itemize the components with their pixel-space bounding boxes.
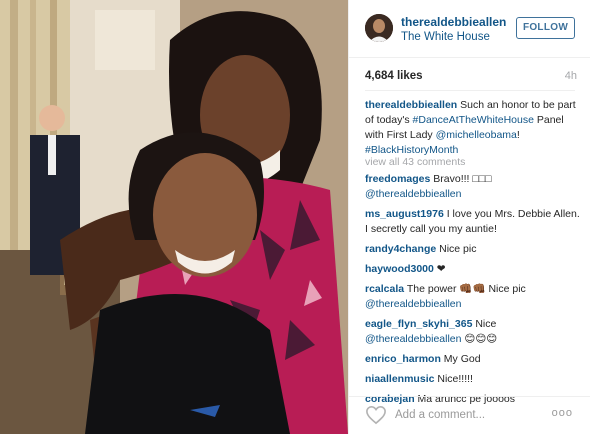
caption-mention[interactable]: @michelleobama	[436, 129, 517, 141]
post-location[interactable]: The White House	[401, 31, 490, 43]
view-all-comments-link[interactable]: view all 43 comments	[365, 156, 465, 168]
caption-hashtag[interactable]: #DanceAtTheWhiteHouse	[413, 114, 534, 126]
comment-mention[interactable]: @therealdebbieallen	[365, 333, 461, 345]
add-comment-bar: ooo	[349, 396, 590, 434]
comment-emoji: □□□	[472, 173, 492, 185]
comment-username[interactable]: ms_august1976	[365, 208, 444, 220]
caption-username[interactable]: therealdebbieallen	[365, 99, 457, 111]
comment-username[interactable]: randy4change	[365, 243, 436, 255]
comment: niaallenmusic Nice!!!!!	[365, 372, 583, 387]
heart-outline-icon[interactable]	[365, 405, 387, 425]
comment-text: Nice pic	[436, 243, 477, 255]
caption-hashtag[interactable]: #BlackHistoryMonth	[365, 144, 458, 156]
post-username[interactable]: therealdebbieallen	[401, 15, 506, 29]
comment-username[interactable]: rcalcala	[365, 283, 404, 295]
comment: ms_august1976 I love you Mrs. Debbie All…	[365, 207, 583, 237]
comment-text: Nice!!!!!	[434, 373, 473, 385]
avatar[interactable]	[365, 14, 393, 42]
photo-image	[0, 0, 348, 434]
comment: haywood3000 ❤	[365, 262, 583, 277]
comment-text: Bravo!!!	[430, 173, 473, 185]
comment-text: Nice	[472, 318, 497, 330]
comment-text: Nice pic	[485, 283, 526, 295]
comments-list: freedomages Bravo!!! □□□ @therealdebbieal…	[365, 172, 583, 412]
comment: enrico_harmon My God	[365, 352, 583, 367]
post-details-panel: therealdebbieallen The White House FOLLO…	[348, 0, 590, 434]
comment: eagle_flyn_skyhi_365 Nice @therealdebbie…	[365, 317, 583, 347]
comment-mention[interactable]: @therealdebbieallen	[365, 188, 461, 200]
comment-text: My God	[440, 353, 481, 365]
post-time[interactable]: 4h	[565, 70, 577, 82]
comment-text: The power	[404, 283, 460, 295]
comment: randy4change Nice pic	[365, 242, 583, 257]
comment-username[interactable]: eagle_flyn_skyhi_365	[365, 318, 472, 330]
comment-emoji: 👊🏾👊🏾	[459, 283, 486, 295]
add-comment-input[interactable]	[395, 406, 525, 424]
follow-button[interactable]: FOLLOW	[516, 17, 575, 39]
comment: freedomages Bravo!!! □□□ @therealdebbieal…	[365, 172, 583, 202]
post-header: therealdebbieallen The White House FOLLO…	[349, 0, 590, 58]
post-caption: therealdebbieallen Such an honor to be p…	[365, 98, 577, 158]
comment-emoji: 😊😊😊	[464, 333, 498, 345]
post-photo[interactable]	[0, 0, 348, 434]
comment-mention[interactable]: @therealdebbieallen	[365, 298, 461, 310]
comment-username[interactable]: freedomages	[365, 173, 430, 185]
more-options-icon[interactable]: ooo	[552, 407, 573, 419]
comment-username[interactable]: haywood3000	[365, 263, 434, 275]
comment: rcalcala The power 👊🏾👊🏾 Nice pic @thereal…	[365, 282, 583, 312]
caption-text: !	[516, 129, 520, 141]
heart-emoji-icon: ❤	[436, 263, 446, 275]
comment-username[interactable]: enrico_harmon	[365, 353, 441, 365]
post-stats: 4,684 likes 4h	[365, 70, 577, 86]
divider	[365, 90, 575, 91]
likes-count[interactable]: 4,684 likes	[365, 70, 423, 82]
comment-username[interactable]: niaallenmusic	[365, 373, 434, 385]
